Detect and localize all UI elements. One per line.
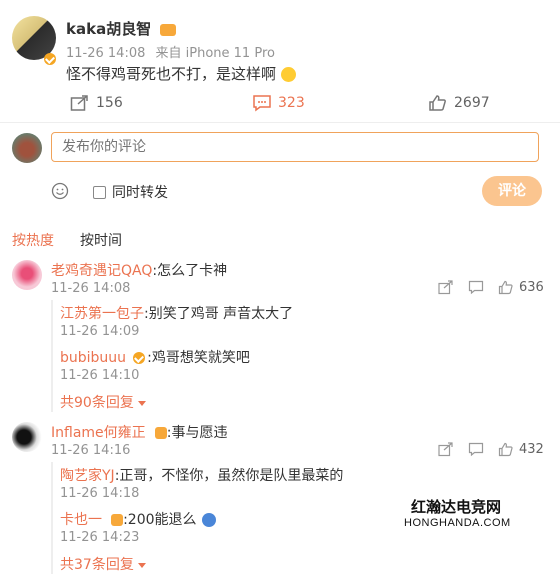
comment-icon[interactable]: [468, 442, 484, 457]
sort-time-label: 按时间: [80, 233, 122, 249]
more-replies-label: 共90条回复: [60, 395, 134, 411]
commenter-name[interactable]: Inflame何雍正: [51, 425, 146, 441]
comment-time: 11-26 14:08: [51, 281, 131, 296]
reply-author[interactable]: 卡也一: [60, 512, 102, 528]
reply-author[interactable]: 江苏第一包子: [60, 306, 144, 322]
comment-text: :怎么了卡神: [152, 263, 228, 279]
more-replies-label: 共37条回复: [60, 557, 134, 573]
more-replies-link[interactable]: 共37条回复: [60, 554, 147, 574]
emoji-button[interactable]: [51, 182, 69, 204]
comment-like-count: 432: [519, 442, 544, 457]
vip-badge-icon: [154, 426, 167, 439]
reply-text: :鸡哥想笑就笑吧: [147, 350, 250, 366]
comment-button[interactable]: 323: [252, 94, 305, 112]
caret-down-icon: [138, 400, 147, 406]
post-time: 11-26 14:08: [66, 46, 146, 61]
emoji-icon: [201, 512, 216, 527]
commenter-name[interactable]: 老鸡奇遇记QAQ: [51, 263, 152, 279]
submit-label: 评论: [498, 183, 526, 199]
thumbs-up-icon[interactable]: [498, 442, 514, 457]
watermark-cn: 红瀚达电竞网: [410, 498, 501, 516]
repost-icon: [70, 95, 88, 111]
reply-text: :200能退么: [123, 512, 197, 528]
reply-time: 11-26 14:09: [60, 324, 140, 339]
reply-time: 11-26 14:10: [60, 368, 140, 383]
like-button[interactable]: 2697: [428, 94, 490, 112]
also-repost-label: 同时转发: [112, 185, 168, 201]
reply-time: 11-26 14:23: [60, 530, 140, 545]
vip-badge-icon: [160, 23, 177, 36]
like-count: 2697: [454, 95, 490, 111]
submit-comment-button[interactable]: 评论: [482, 176, 542, 206]
sort-by-hot-tab[interactable]: 按热度: [12, 230, 54, 250]
commenter-avatar[interactable]: [12, 422, 42, 452]
also-repost-checkbox[interactable]: [93, 185, 106, 199]
sort-hot-label: 按热度: [12, 233, 54, 249]
reply-author[interactable]: bubibuuu: [60, 350, 126, 366]
reply-time: 11-26 14:18: [60, 486, 140, 501]
verified-icon: [44, 52, 56, 65]
reply-text: :正哥，不怪你，虽然你是队里最菜的: [114, 468, 344, 484]
verified-icon: [133, 351, 146, 364]
more-replies-link[interactable]: 共90条回复: [60, 392, 147, 412]
repost-icon[interactable]: [438, 280, 454, 295]
comment-icon: [253, 95, 271, 112]
author-name[interactable]: kaka胡良智: [66, 20, 151, 38]
watermark-en: HONGHANDA.COM: [404, 517, 511, 529]
comment-time: 11-26 14:16: [51, 443, 131, 458]
post-content: 怪不得鸡哥死也不打，是这样啊: [66, 65, 277, 83]
current-user-avatar: [12, 133, 42, 163]
comment-like-count: 636: [519, 280, 544, 295]
post-source: 来自 iPhone 11 Pro: [155, 46, 275, 61]
repost-icon[interactable]: [438, 442, 454, 457]
repost-count: 156: [96, 95, 123, 111]
comment-text: :事与愿违: [166, 425, 228, 441]
divider: [0, 122, 560, 123]
comment-icon[interactable]: [468, 280, 484, 295]
thumbs-up-icon: [429, 95, 446, 111]
vip-badge-icon: [111, 513, 124, 526]
laugh-emoji-icon: [280, 67, 296, 82]
watermark: 红瀚达电竞网 HONGHANDA.COM: [404, 496, 511, 529]
smile-icon: [51, 182, 69, 200]
reply-text: :别笑了鸡哥 声音太大了: [144, 306, 294, 322]
sort-by-time-tab[interactable]: 按时间: [80, 230, 122, 250]
reply-author[interactable]: 陶艺家YJ: [60, 468, 115, 484]
repost-button[interactable]: 156: [70, 94, 123, 112]
caret-down-icon: [138, 562, 147, 568]
thumbs-up-icon[interactable]: [498, 280, 514, 295]
comment-input[interactable]: [51, 132, 539, 162]
commenter-avatar[interactable]: [12, 260, 42, 290]
comment-count: 323: [278, 95, 305, 111]
